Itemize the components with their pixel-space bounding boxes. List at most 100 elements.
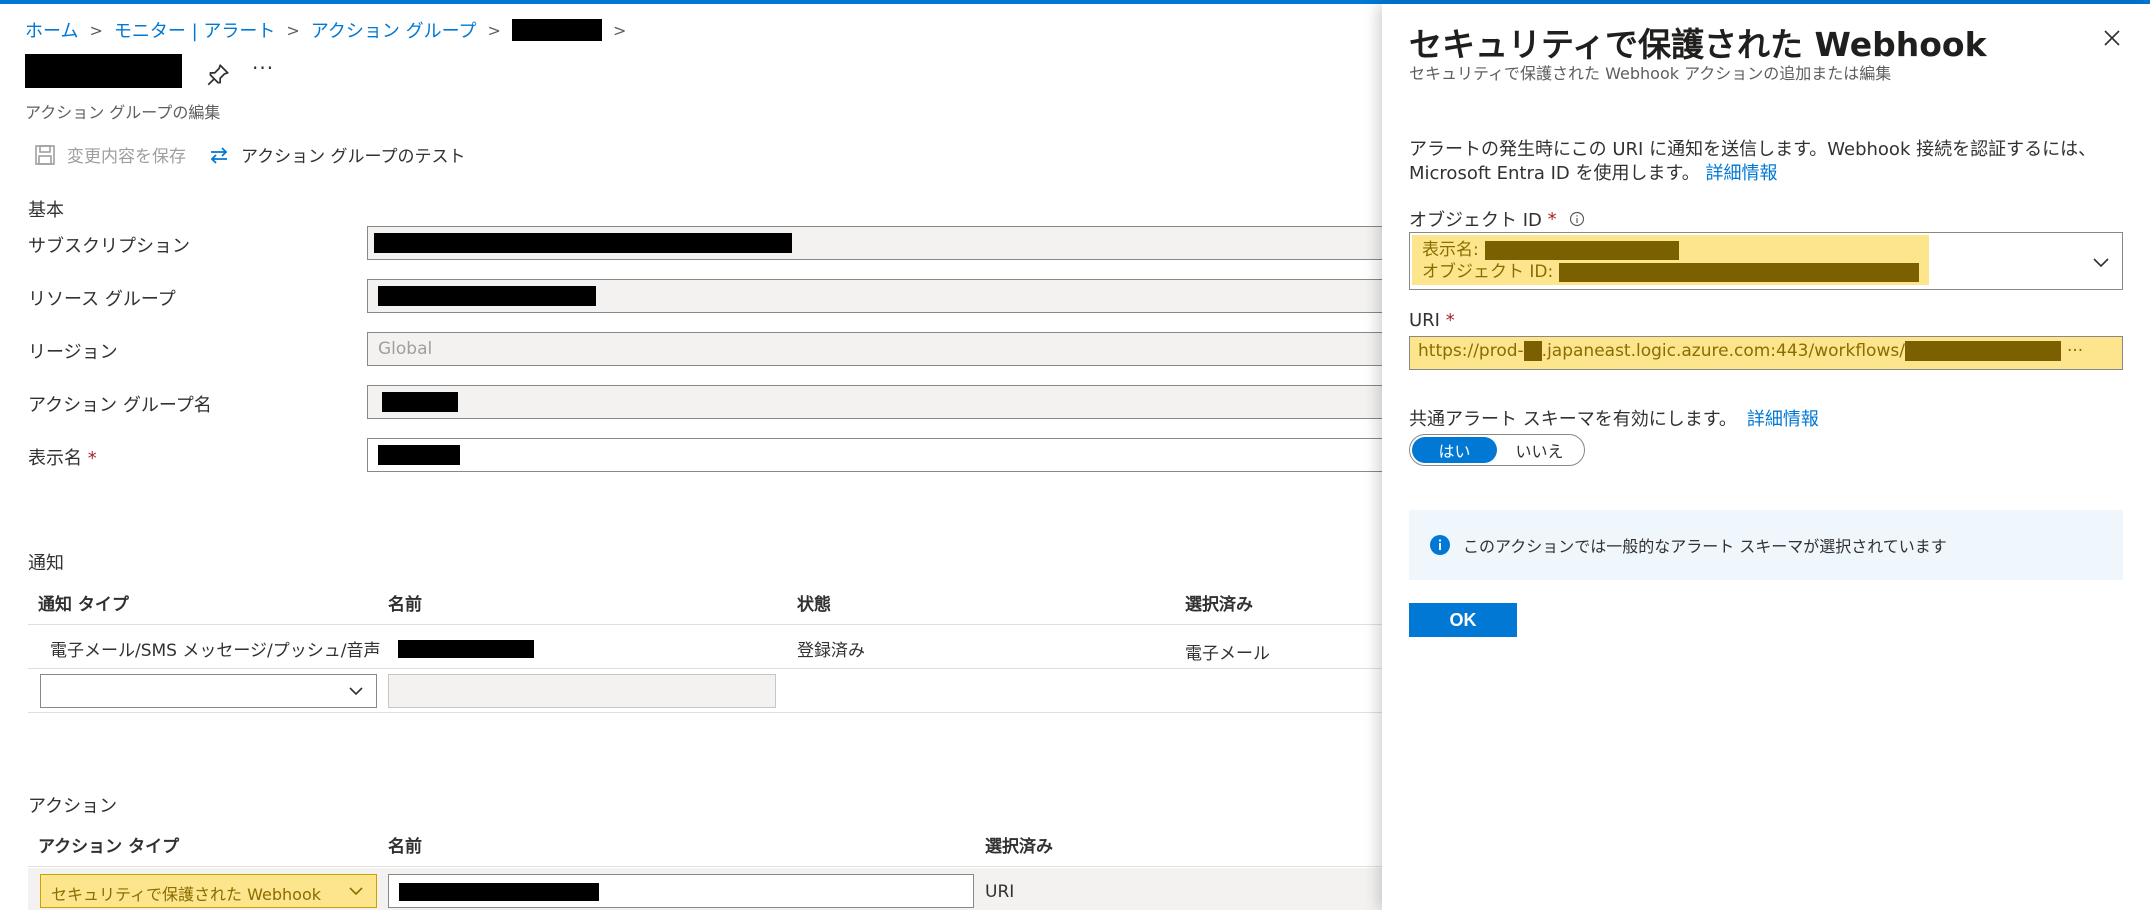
action-col-selected: 選択済み	[985, 837, 1053, 857]
action-row-selected: URI	[985, 882, 1015, 902]
notif-col-selected: 選択済み	[1185, 595, 1253, 615]
notif-row-selected: 電子メール	[1185, 644, 1270, 664]
action-group-name-row: アクション グループ名	[28, 385, 1382, 419]
chevron-down-icon	[2093, 258, 2109, 268]
save-changes-button[interactable]: 変更内容を保存	[34, 142, 186, 167]
chevron-down-icon	[349, 887, 363, 896]
subscription-value-redacted	[374, 233, 792, 253]
action-group-edit-page: ホーム > モニター | アラート > アクション グループ > > ··· ア…	[0, 4, 1382, 910]
save-changes-label: 変更内容を保存	[67, 147, 186, 167]
notifications-heading: 通知	[28, 553, 64, 574]
notif-row-type: 電子メール/SMS メッセージ/プッシュ/音声	[50, 641, 381, 661]
info-icon[interactable]	[1569, 211, 1585, 227]
toggle-no[interactable]: いいえ	[1497, 437, 1582, 463]
info-icon	[1430, 535, 1450, 555]
uri-label-text: URI	[1409, 310, 1440, 331]
notification-type-dropdown[interactable]	[40, 674, 377, 708]
display-name-input[interactable]	[367, 438, 1382, 472]
chevron-right-icon: >	[487, 20, 501, 40]
subscription-row: サブスクリプション	[28, 226, 1382, 260]
uri-host-redacted	[1523, 341, 1542, 361]
divider	[28, 866, 1382, 867]
display-name-label: 表示名 *	[28, 444, 97, 470]
common-schema-text: 共通アラート スキーマを有効にします。	[1409, 409, 1737, 430]
action-type-dropdown[interactable]: セキュリティで保護された Webhook	[40, 874, 377, 908]
object-id-value-line: オブジェクト ID:	[1422, 261, 1919, 283]
learn-more-link[interactable]: 詳細情報	[1705, 163, 1777, 184]
uri-label: URI *	[1409, 310, 1455, 331]
divider	[28, 668, 1382, 669]
resource-group-value-redacted	[378, 286, 596, 306]
notif-row-name-redacted	[398, 640, 534, 658]
display-name-label-text: 表示名	[28, 448, 82, 469]
save-icon	[35, 144, 55, 165]
command-bar: 変更内容を保存 アクション グループのテスト	[34, 142, 466, 167]
action-group-name-label: アクション グループ名	[28, 395, 212, 416]
breadcrumb-current-redacted[interactable]	[511, 19, 602, 41]
display-name-redacted	[378, 445, 460, 465]
test-action-group-button[interactable]: アクション グループのテスト	[208, 142, 466, 167]
uri-ellipsis: ···	[2066, 341, 2084, 361]
uri-prefix: https://prod-	[1418, 341, 1524, 361]
uri-middle: .japaneast.logic.azure.com:443/workflows…	[1541, 341, 1905, 361]
info-message-text: このアクションでは一般的なアラート スキーマが選択されています	[1463, 537, 1947, 556]
panel-title: セキュリティで保護された Webhook	[1409, 25, 1987, 64]
uri-value: https://prod- .japaneast.logic.azure.com…	[1418, 341, 2108, 361]
subscription-label: サブスクリプション	[28, 236, 190, 257]
chevron-right-icon: >	[89, 20, 103, 40]
region-row: リージョン Global	[28, 332, 1382, 366]
object-id-label-text: オブジェクト ID	[1409, 210, 1542, 231]
object-id-selection: 表示名: オブジェクト ID:	[1412, 235, 1929, 285]
common-schema-label: 共通アラート スキーマを有効にします。 詳細情報	[1409, 405, 1819, 431]
display-name-row: 表示名 *	[28, 438, 1382, 472]
common-schema-toggle[interactable]: はい いいえ	[1409, 434, 1585, 466]
required-asterisk: *	[1445, 310, 1455, 331]
close-icon[interactable]	[2102, 28, 2122, 48]
breadcrumb-action-groups[interactable]: アクション グループ	[311, 17, 477, 43]
object-id-display-name-line: 表示名:	[1422, 239, 1919, 261]
notification-name-field	[388, 674, 776, 708]
pin-icon[interactable]	[205, 62, 231, 88]
breadcrumb-monitor-alerts[interactable]: モニター | アラート	[114, 17, 276, 43]
ok-button[interactable]: OK	[1409, 603, 1517, 637]
breadcrumb-home[interactable]: ホーム	[25, 17, 78, 43]
basics-heading: 基本	[28, 200, 64, 221]
uri-input[interactable]: https://prod- .japaneast.logic.azure.com…	[1409, 336, 2123, 370]
actions-heading: アクション	[28, 796, 118, 817]
page-title-redacted	[25, 54, 182, 88]
notif-col-status: 状態	[797, 595, 831, 615]
common-schema-learn-more-link[interactable]: 詳細情報	[1747, 405, 1819, 431]
display-name-prefix: 表示名:	[1422, 240, 1479, 260]
subscription-field	[367, 226, 1382, 260]
action-name-input[interactable]	[388, 874, 974, 908]
notif-row-status: 登録済み	[797, 641, 865, 661]
resource-group-field	[367, 279, 1382, 313]
resource-group-row: リソース グループ	[28, 279, 1382, 313]
toggle-yes[interactable]: はい	[1412, 437, 1497, 463]
chevron-down-icon	[349, 687, 363, 696]
action-group-name-field	[367, 385, 1382, 419]
object-id-value-redacted	[1559, 262, 1919, 282]
region-label: リージョン	[28, 342, 118, 363]
chevron-right-icon: >	[612, 20, 627, 40]
uri-path-redacted	[1904, 341, 2061, 361]
notif-col-name: 名前	[388, 595, 422, 615]
object-id-prefix: オブジェクト ID:	[1422, 262, 1554, 282]
action-col-name: 名前	[388, 837, 422, 857]
action-type-value: セキュリティで保護された Webhook	[51, 885, 321, 904]
page-subtitle: アクション グループの編集	[25, 103, 221, 122]
action-col-type: アクション タイプ	[38, 837, 180, 857]
breadcrumb: ホーム > モニター | アラート > アクション グループ > >	[25, 17, 637, 43]
test-action-group-label: アクション グループのテスト	[241, 147, 466, 167]
resource-group-label: リソース グループ	[28, 289, 176, 310]
divider	[28, 712, 1382, 713]
chevron-right-icon: >	[286, 20, 300, 40]
more-options-icon[interactable]: ···	[252, 56, 274, 80]
secure-webhook-panel: セキュリティで保護された Webhook セキュリティで保護された Webhoo…	[1382, 4, 2150, 910]
object-id-dropdown[interactable]: 表示名: オブジェクト ID:	[1409, 232, 2123, 290]
object-id-label: オブジェクト ID *	[1409, 206, 1585, 232]
panel-subtitle: セキュリティで保護された Webhook アクションの追加または編集	[1409, 64, 1892, 83]
notif-col-type: 通知 タイプ	[38, 595, 129, 615]
region-field: Global	[367, 332, 1382, 366]
action-group-name-redacted	[382, 392, 458, 412]
